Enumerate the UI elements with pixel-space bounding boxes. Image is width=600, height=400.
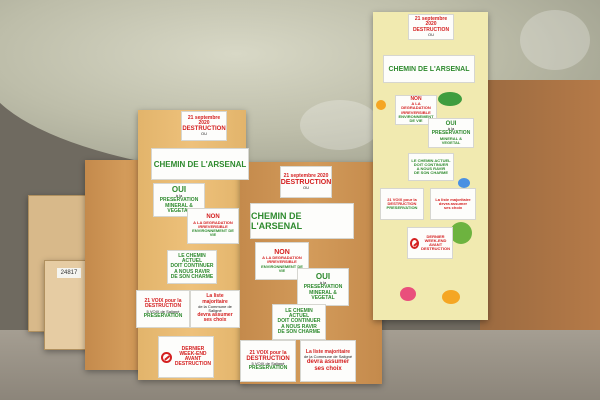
dernier-line: DESTRUCTION [421,246,450,252]
protest-signs-scene: 24817 21 septembre 2020 DESTRUCTION OU C… [0,0,600,400]
tarp-fold [520,10,590,70]
dernier-text-group: DERNIER WEEK-END AVANT DESTRUCTION [174,346,211,368]
date-sign: 21 septembre 2020 DESTRUCTION OU [280,166,332,198]
liste-line: ses choix [203,317,227,324]
butterfly-decoration [442,290,460,304]
liste-sign: La liste majoritaire de la Commune de Sa… [300,340,356,382]
preservation-text: PRESERVATION [386,205,418,211]
date-text: 21 septembre 2020 [187,114,221,126]
preservation-text: PRESERVATION [143,312,183,319]
voix-sign: 21 VOIX pour la DESTRUCTION 5 VOIX de Sa… [240,340,296,382]
chemin-actuel-sign: LE CHEMIN ACTUEL DOIT CONTINUER A NOUS R… [272,304,326,340]
leaf-decoration [450,222,472,244]
liste-line: ses choix [443,205,463,211]
prohibited-icon [161,351,172,363]
dernier-text-group: DERNIER WEEK-END AVANT DESTRUCTION [421,234,450,252]
leaf-decoration [438,92,462,106]
ou-text: OU [201,131,207,137]
dernier-line: DESTRUCTION [174,361,211,368]
ou-text: OU [303,185,309,191]
liste-sign: La liste majoritaire devra assumer ses c… [430,188,476,220]
ou-text: OU [428,31,434,37]
dernier-sign: DERNIER WEEK-END AVANT DESTRUCTION [407,227,453,259]
voix-sign: 21 VOIX pour la DESTRUCTION 5 VOIX de Sa… [136,290,190,328]
chemin-banner: CHEMIN DE L'ARSENAL [250,203,354,239]
flower-decoration [376,100,386,110]
mineral-text: MINERAL & VEGETAL [309,289,337,301]
actuel-line: DE SON CHARME [413,170,448,176]
oui-sign: OUI à la PRESERVATION MINERAL & VEGETAL [297,268,349,306]
environment-text: ENVIRONNEMENT DE VIE [192,228,234,238]
prohibited-icon [410,237,420,249]
chemin-actuel-sign: LE CHEMIN ACTUEL DOIT CONTINUER A NOUS R… [167,250,217,284]
voix-sign: 21 VOIX pour la DESTRUCTION PRESERVATION [380,188,424,220]
date-sign: 21 septembre 2020 DESTRUCTION OU [408,14,454,40]
dernier-sign: DERNIER WEEK-END AVANT DESTRUCTION [158,336,214,378]
butterfly-decoration [400,287,416,301]
chemin-banner: CHEMIN DE L'ARSENAL [151,148,249,180]
degradation-text: A LA DEGRADATION IRREVERSIBLE [401,101,431,115]
non-sign: NON A LA DEGRADATION IRREVERSIBLE ENVIRO… [187,208,239,244]
tarp-fold [300,100,380,150]
date-sign: 21 septembre 2020 DESTRUCTION OU [181,111,227,141]
liste-line: ses choix [314,365,342,372]
liste-sign: La liste majoritaire de la Commune de Sa… [190,290,240,328]
chemin-banner: CHEMIN DE L'ARSENAL [383,55,475,83]
actuel-line: DE SON CHARME [170,273,214,280]
actuel-line: DE SON CHARME [277,328,321,335]
box-label: 24817 [57,268,81,278]
oui-sign: OUI à la PRESERVATION MINERAL & VEGETAL [428,118,474,148]
wooden-wall [480,80,600,350]
chemin-actuel-sign: LE CHEMIN ACTUEL DOIT CONTINUER A NOUS R… [408,153,454,181]
mineral-text: MINERAL & VEGETAL [439,135,463,145]
date-text: 21 septembre 2020 [414,16,448,28]
preservation-text: PRESERVATION [248,365,288,372]
butterfly-decoration [458,178,470,188]
